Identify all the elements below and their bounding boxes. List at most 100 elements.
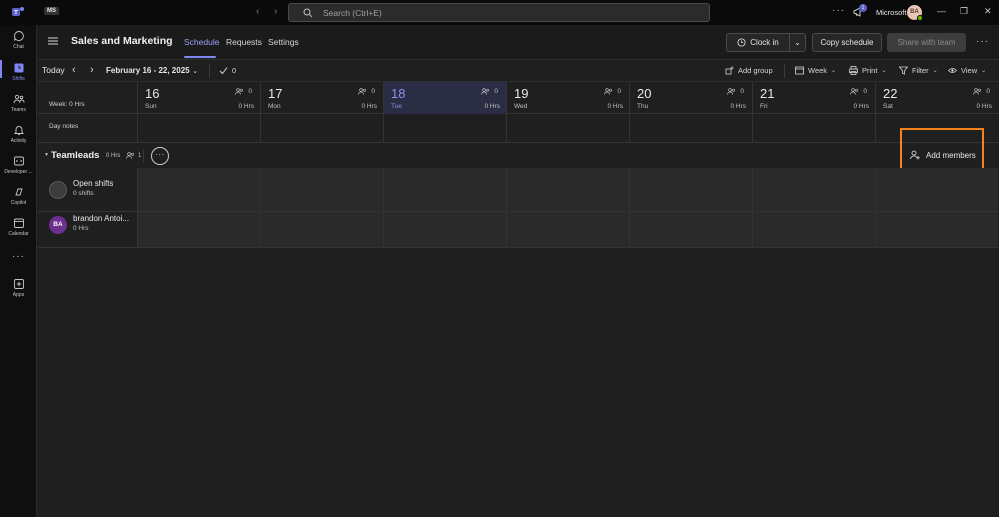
shift-cell[interactable]	[875, 168, 998, 211]
day-note-cell[interactable]	[629, 114, 752, 143]
eye-icon	[948, 68, 957, 73]
team-title: Sales and Marketing	[71, 35, 173, 47]
people-icon	[126, 152, 134, 159]
apps-icon	[13, 279, 24, 289]
shift-cell[interactable]	[260, 212, 383, 247]
share-with-team-button[interactable]: Share with team	[887, 33, 966, 52]
date-range-chevron-icon[interactable]: ⌄	[192, 66, 198, 75]
rail-item-apps[interactable]: Apps	[0, 278, 37, 308]
row-sub: 0 shifts	[73, 190, 94, 197]
hamburger-menu-icon[interactable]	[48, 37, 58, 45]
day-name: Mon	[268, 103, 281, 110]
view-dropdown[interactable]: View ⌄	[948, 66, 986, 75]
day-column-header[interactable]: 17 Mon 0 0 Hrs	[260, 82, 383, 114]
tab-requests[interactable]: Requests	[226, 37, 262, 47]
day-note-cell[interactable]	[137, 114, 260, 143]
day-column-header[interactable]: 22 Sat 0 0 Hrs	[875, 82, 998, 114]
member-avatar[interactable]: BA	[49, 216, 67, 234]
add-group-icon	[725, 66, 734, 75]
copy-schedule-button[interactable]: Copy schedule	[812, 33, 882, 52]
day-column-header[interactable]: 19 Wed 0 0 Hrs	[506, 82, 629, 114]
rail-item-activity[interactable]: Activity	[0, 124, 37, 154]
people-icon	[850, 88, 859, 95]
forward-arrow-icon[interactable]: ›	[274, 6, 277, 17]
row-name[interactable]: brandon Antoi...	[73, 214, 129, 223]
day-column-header[interactable]: 20 Thu 0 0 Hrs	[629, 82, 752, 114]
approved-count[interactable]: 0	[219, 66, 236, 75]
shift-cell[interactable]	[752, 168, 875, 211]
rail-item-copilot[interactable]: Copilot	[0, 186, 37, 216]
shift-cell[interactable]	[752, 212, 875, 247]
group-more-options-button[interactable]: ···	[151, 147, 169, 165]
day-column-header[interactable]: 16 Sun 0 0 Hrs	[137, 82, 260, 114]
date-range-picker[interactable]: February 16 - 22, 2025	[106, 66, 190, 75]
day-staff-count: 0	[604, 88, 621, 95]
rail-item-chat[interactable]: Chat	[0, 30, 37, 60]
more-options-icon[interactable]: ···	[976, 36, 989, 47]
minimize-icon[interactable]: —	[937, 6, 946, 16]
open-shifts-row: Open shifts 0 shifts	[38, 168, 999, 212]
day-note-cell[interactable]	[383, 114, 506, 143]
close-icon[interactable]: ✕	[984, 6, 992, 17]
day-note-cell[interactable]	[506, 114, 629, 143]
org-name[interactable]: Microsoft	[876, 8, 906, 17]
print-dropdown[interactable]: Print ⌄	[849, 66, 886, 75]
next-week-icon[interactable]: ›	[90, 64, 94, 76]
rail-item-calendar[interactable]: Calendar	[0, 217, 37, 247]
day-column-header[interactable]: 18 Tue 0 0 Hrs	[383, 82, 506, 114]
filter-dropdown[interactable]: Filter ⌄	[899, 66, 938, 75]
day-column-header[interactable]: 21 Fri 0 0 Hrs	[752, 82, 875, 114]
chat-icon	[13, 31, 24, 41]
rail-item-shifts[interactable]: Shifts	[0, 62, 37, 92]
shift-cell[interactable]	[506, 168, 629, 211]
search-input[interactable]: Search (Ctrl+E)	[288, 3, 710, 22]
clock-in-button[interactable]: Clock in	[726, 33, 790, 52]
tab-settings[interactable]: Settings	[268, 37, 299, 47]
shift-cell[interactable]	[875, 212, 998, 247]
calendar-icon	[13, 218, 24, 228]
shift-cell[interactable]	[260, 168, 383, 211]
shift-cell[interactable]	[137, 212, 260, 247]
day-header-row: Week: 0 Hrs 16 Sun 0 0 Hrs 17 Mon 0 0 Hrs 18 Tue 0…	[38, 82, 999, 114]
clock-icon	[737, 38, 746, 47]
tab-schedule[interactable]: Schedule	[184, 37, 219, 47]
back-arrow-icon[interactable]: ‹	[256, 6, 259, 17]
copilot-icon	[14, 188, 23, 196]
day-staff-count: 0	[481, 88, 498, 95]
day-number: 20	[637, 86, 652, 101]
row-name[interactable]: Open shifts	[73, 179, 113, 188]
day-note-cell[interactable]	[752, 114, 875, 143]
more-options-icon[interactable]: ···	[832, 5, 845, 16]
member-row: BA brandon Antoi... 0 Hrs	[38, 212, 999, 248]
prev-week-icon[interactable]: ‹	[72, 64, 76, 76]
group-member-count: 1	[126, 152, 141, 159]
people-icon	[604, 88, 613, 95]
org-badge[interactable]: MS	[44, 7, 59, 15]
rail-more-apps[interactable]: ···	[0, 251, 37, 281]
add-group-button[interactable]: Add group	[725, 66, 773, 75]
week-view-dropdown[interactable]: Week ⌄	[795, 66, 836, 75]
search-placeholder: Search (Ctrl+E)	[323, 7, 382, 18]
shift-cell[interactable]	[383, 168, 506, 211]
notification-badge: 1	[859, 4, 867, 12]
shift-cell[interactable]	[137, 168, 260, 211]
shift-cell[interactable]	[629, 212, 752, 247]
rail-item-teams[interactable]: Teams	[0, 93, 37, 123]
shift-cell[interactable]	[383, 212, 506, 247]
day-name: Thu	[637, 103, 649, 110]
chevron-down-icon: ⌄	[981, 68, 987, 74]
restore-icon[interactable]: ❐	[960, 6, 968, 17]
day-name: Sun	[145, 103, 157, 110]
today-button[interactable]: Today	[42, 65, 65, 75]
svg-text:T: T	[14, 11, 18, 17]
day-note-cell[interactable]	[260, 114, 383, 143]
day-staff-count: 0	[973, 88, 990, 95]
people-icon	[358, 88, 367, 95]
clock-in-dropdown-button[interactable]: ⌄	[789, 33, 806, 52]
shift-cell[interactable]	[506, 212, 629, 247]
group-name[interactable]: Teamleads	[51, 150, 99, 161]
collapse-caret-icon[interactable]: ▼	[44, 152, 49, 158]
shift-cell[interactable]	[629, 168, 752, 211]
printer-icon	[849, 66, 858, 75]
rail-item-developer[interactable]: Developer ...	[0, 155, 37, 185]
